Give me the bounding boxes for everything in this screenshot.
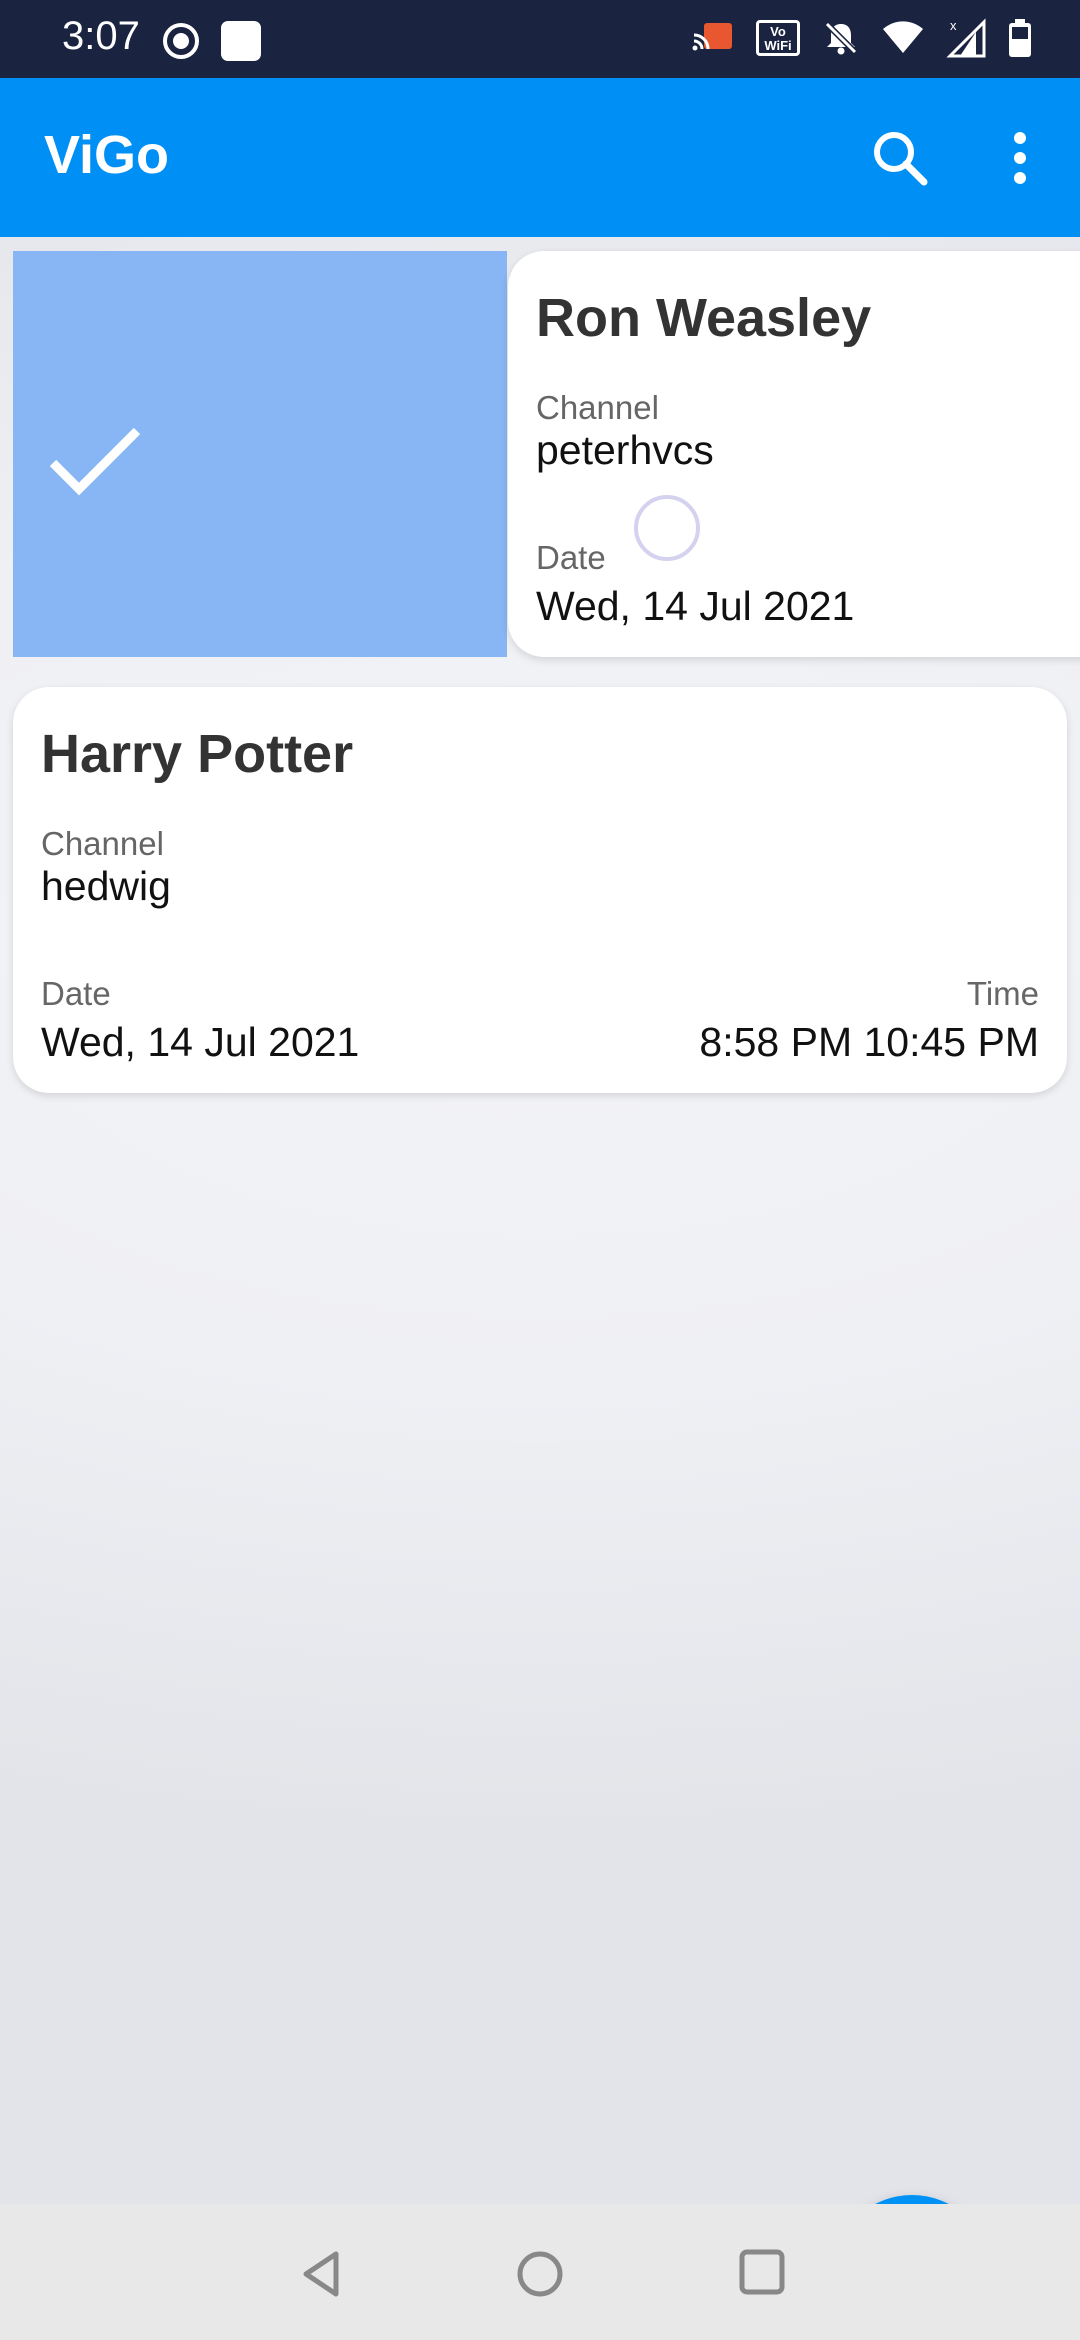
recents-icon[interactable] <box>738 2248 786 2296</box>
status-time: 3:07 <box>62 14 140 58</box>
check-icon <box>49 427 141 496</box>
date-label: Date <box>536 539 606 576</box>
touch-ripple <box>634 495 700 561</box>
svg-text:x: x <box>950 18 957 33</box>
search-button[interactable] <box>868 126 932 190</box>
swipe-action-background[interactable] <box>13 251 507 657</box>
vowifi-icon: Vo WiFi <box>756 20 800 56</box>
record-icon <box>163 23 199 59</box>
event-card[interactable]: Ron Weasley Channel peterhvcs Date Wed, … <box>508 251 1080 657</box>
more-options-button[interactable] <box>996 126 1044 190</box>
channel-label: Channel <box>41 825 164 862</box>
date-value: Wed, 14 Jul 2021 <box>41 1019 360 1065</box>
home-icon[interactable] <box>514 2248 566 2300</box>
content-list: Ron Weasley Channel peterhvcs Date Wed, … <box>0 237 1080 2204</box>
date-value: Wed, 14 Jul 2021 <box>536 583 855 629</box>
card-name: Ron Weasley <box>536 288 872 348</box>
channel-value: peterhvcs <box>536 427 714 473</box>
vowifi-label: Vo WiFi <box>764 24 792 53</box>
battery-icon <box>1009 19 1031 57</box>
card-name: Harry Potter <box>41 724 354 784</box>
bell-off-icon <box>824 21 858 55</box>
event-card[interactable]: Harry Potter Channel hedwig Date Wed, 14… <box>13 687 1067 1093</box>
signal-icon: x <box>946 18 986 58</box>
channel-value: hedwig <box>41 863 171 909</box>
nav-bar <box>0 2204 1080 2340</box>
app-title: ViGo <box>44 125 170 185</box>
app-bar: ViGo <box>0 78 1080 237</box>
status-bar: 3:07 Vo WiFi x <box>0 0 1080 78</box>
time-label: Time <box>966 975 1039 1012</box>
back-icon[interactable] <box>296 2248 348 2300</box>
date-label: Date <box>41 975 111 1012</box>
more-vert-icon <box>1014 132 1026 184</box>
search-icon <box>874 132 928 186</box>
wifi-icon <box>883 21 923 53</box>
time-value: 8:58 PM 10:45 PM <box>699 1019 1039 1065</box>
app-square-icon <box>221 21 261 61</box>
channel-label: Channel <box>536 389 659 426</box>
add-button[interactable] <box>833 2195 991 2204</box>
cast-icon <box>692 23 732 51</box>
